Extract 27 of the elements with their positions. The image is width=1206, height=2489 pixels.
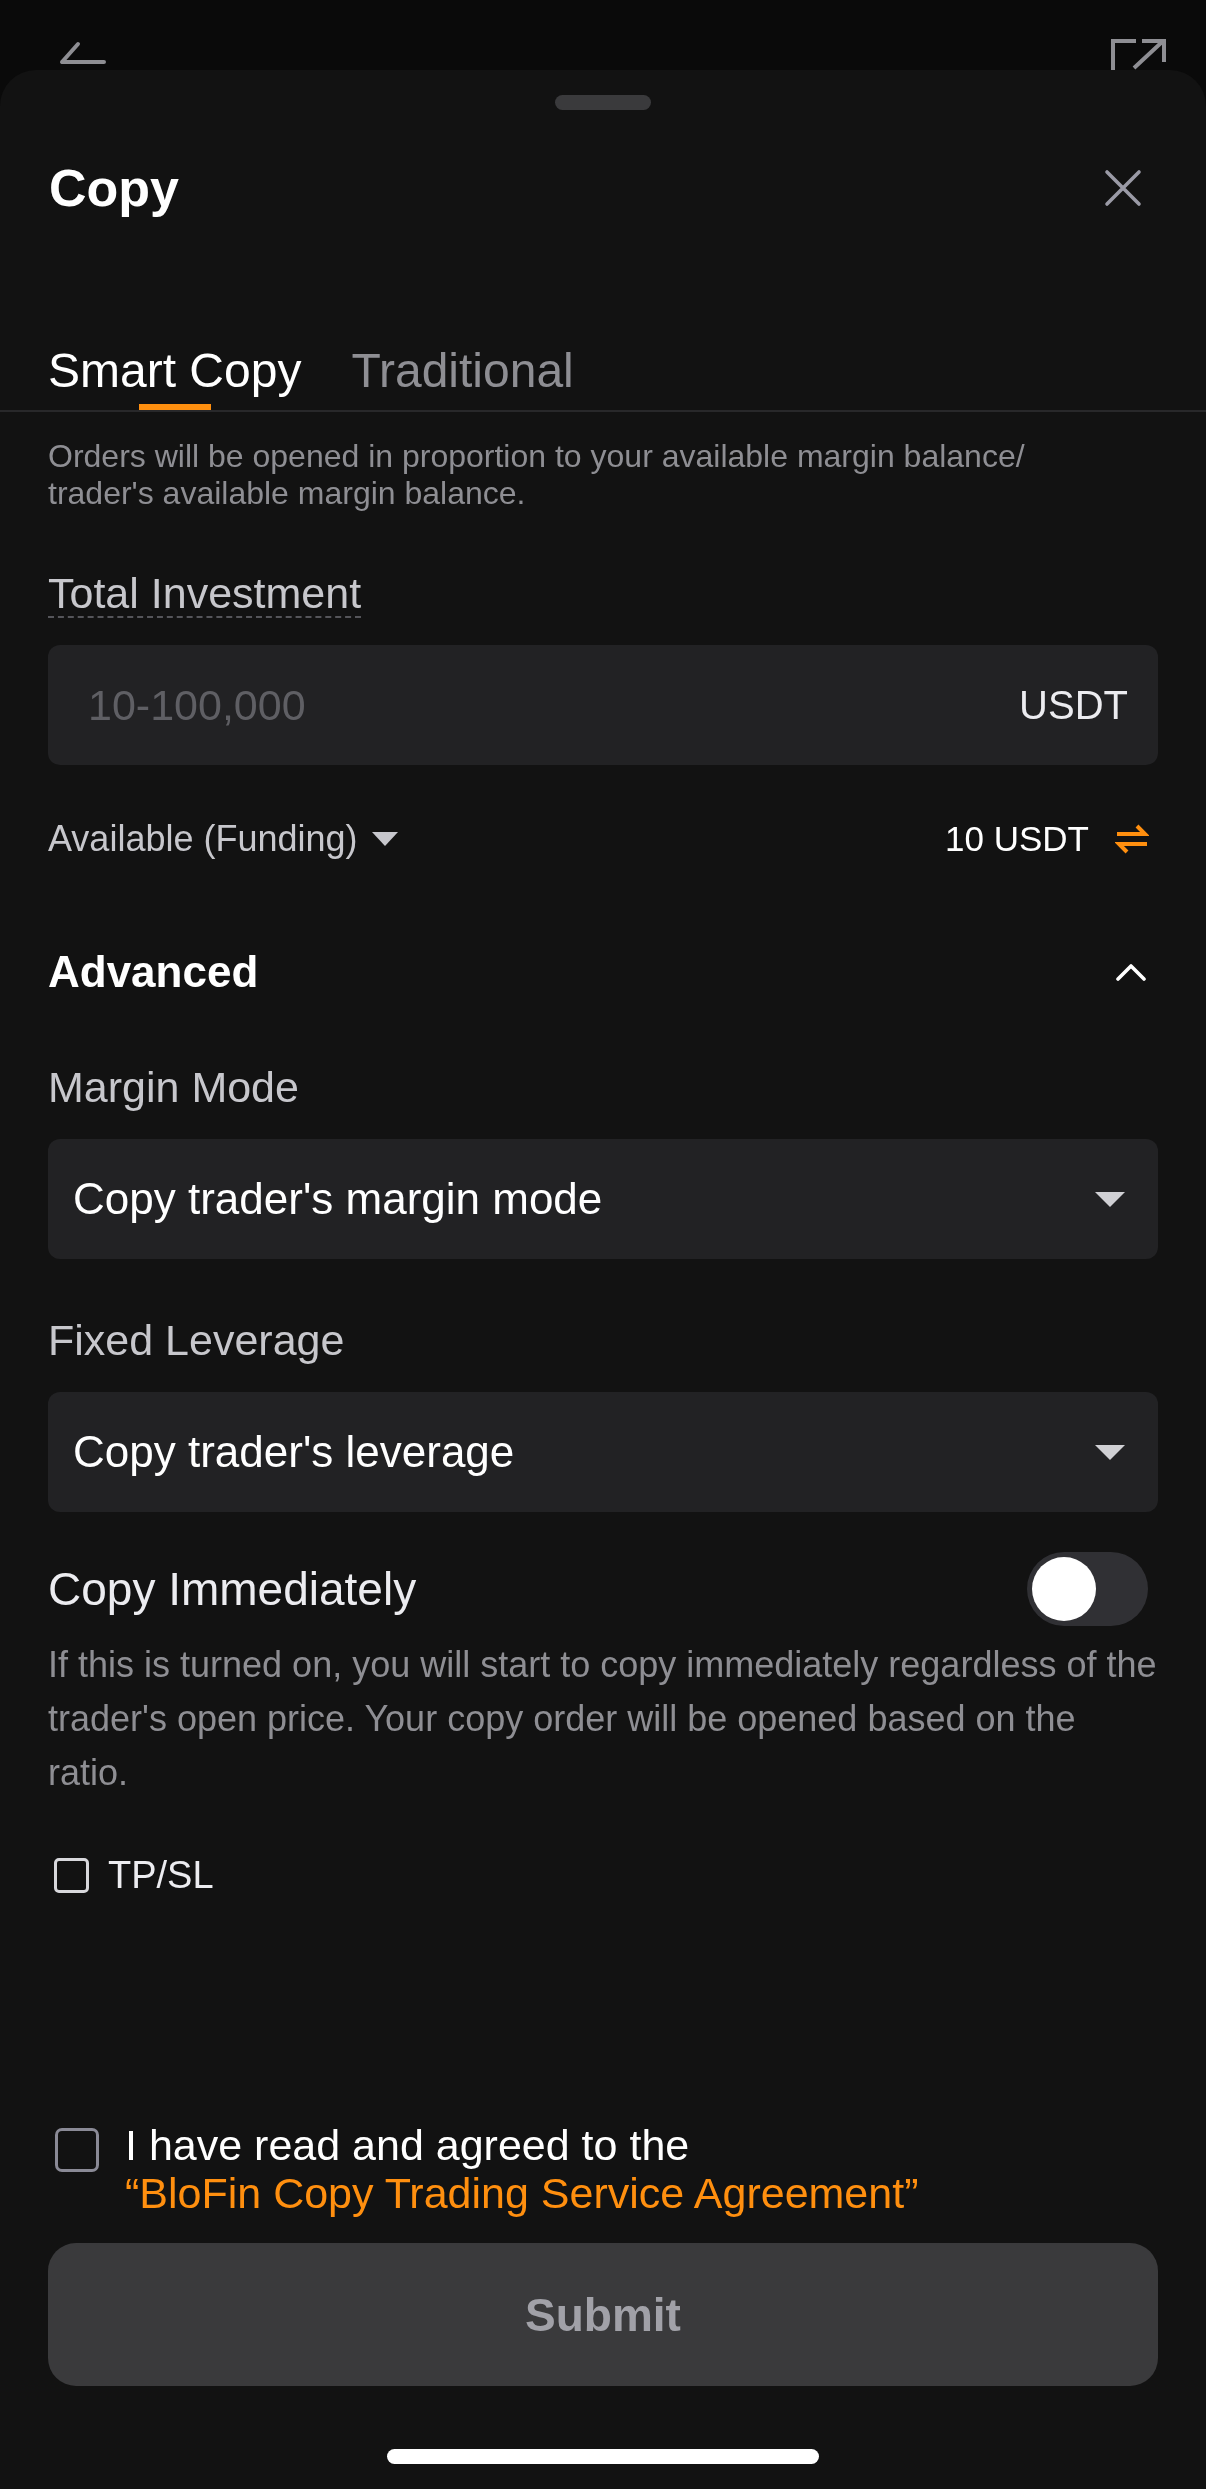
- swap-icon[interactable]: [1115, 824, 1149, 854]
- field-label: Fixed Leverage: [48, 1317, 346, 1363]
- tab[interactable]: Traditional: [351, 343, 574, 410]
- funding-selector[interactable]: Available (Funding): [48, 818, 398, 860]
- caret-icon: [1095, 1444, 1125, 1460]
- drag-handle[interactable]: [555, 95, 651, 110]
- agreement-text: I have read and agreed to the “BloFin Copy Trading Service Agreement”: [125, 2121, 920, 2217]
- mode-description: Orders will be opened in proportion to your available margin balance/ trader's available margin balance.: [48, 438, 1026, 512]
- open-external-icon[interactable]: [1110, 38, 1168, 70]
- dropdown-select[interactable]: Copy trader's leverage: [48, 1392, 1158, 1512]
- currency-unit: USDT: [1019, 682, 1128, 729]
- checkbox[interactable]: [55, 2128, 99, 2172]
- caret-icon: [371, 832, 398, 846]
- section-title: Advanced: [48, 947, 259, 997]
- setting-label: Copy Immediately: [48, 1562, 417, 1616]
- setting-description: If this is turned on, you will start to copy immediately regardless of the trader's open price. Your copy order will be opened based on the ratio.: [48, 1643, 1158, 1795]
- checkbox-label: TP/SL: [108, 1853, 214, 1897]
- close-icon[interactable]: [1104, 169, 1142, 207]
- chevron-up-icon[interactable]: [1116, 963, 1146, 981]
- tab[interactable]: Smart Copy: [48, 343, 302, 410]
- field-label: Margin Mode: [48, 1064, 300, 1110]
- field-label: Total Investment: [48, 570, 362, 618]
- sheet-title: Copy: [49, 158, 179, 218]
- balance-amount: 10 USDT: [945, 819, 1089, 859]
- agreement-link[interactable]: “BloFin Copy Trading Service Agreement”: [125, 2169, 919, 2217]
- dropdown-select[interactable]: Copy trader's margin mode: [48, 1139, 1158, 1259]
- caret-icon: [1095, 1191, 1125, 1207]
